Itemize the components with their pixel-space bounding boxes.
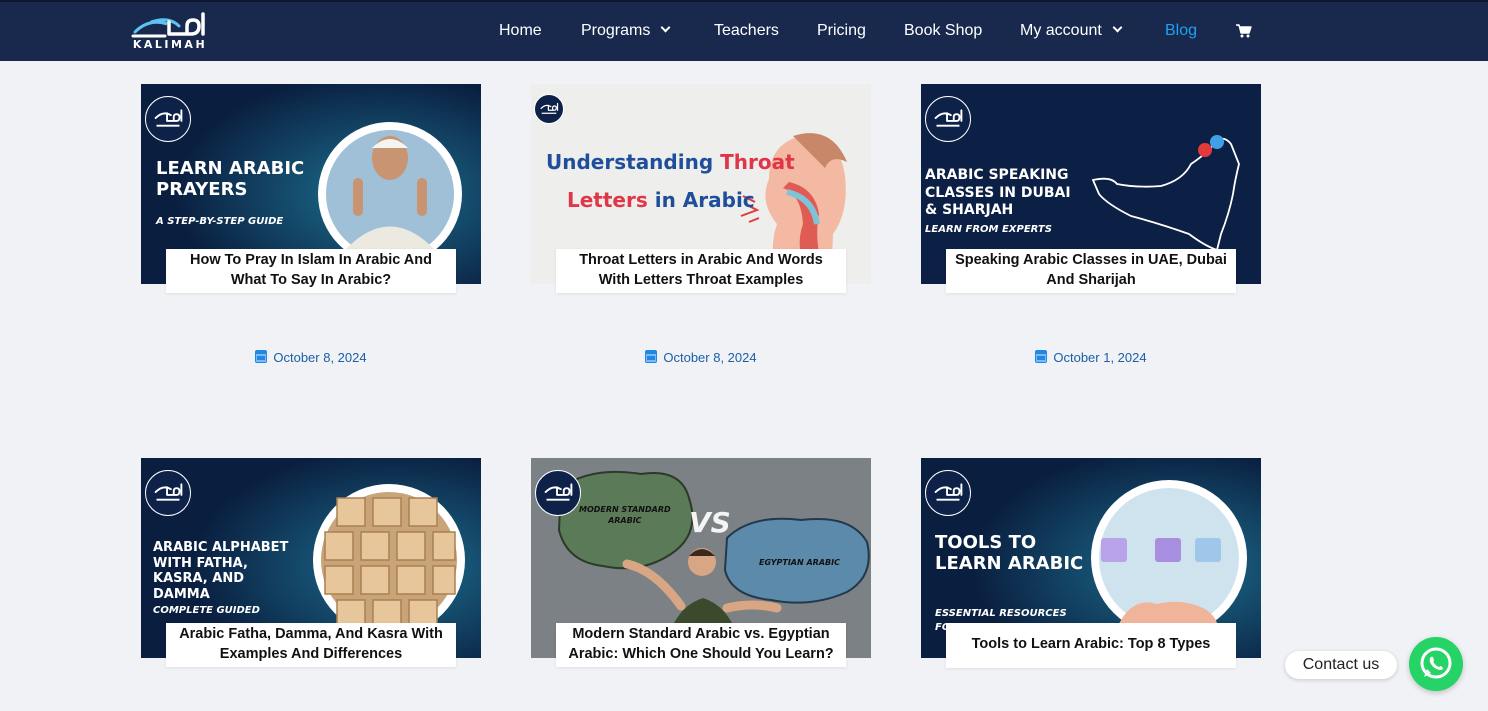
site-header: KALIMAH Home Programs Teachers Pricing B…: [0, 0, 1488, 61]
thumbnail-bubble-left: MODERN STANDARD ARABIC: [579, 504, 671, 526]
nav-blog[interactable]: Blog: [1165, 22, 1197, 40]
nav-teachers[interactable]: Teachers: [714, 22, 779, 40]
thumbnail-line: WITH FATHA,: [153, 555, 248, 571]
kalimah-mark-icon: [154, 109, 183, 127]
post-title-link[interactable]: Arabic Fatha, Damma, And Kasra With Exam…: [166, 623, 456, 667]
kalimah-logo[interactable]: KALIMAH: [129, 10, 211, 56]
post-title-link[interactable]: Speaking Arabic Classes in UAE, Dubai An…: [946, 249, 1236, 293]
calendar-icon: [1035, 350, 1048, 363]
thumbnail-heading: ARABIC ALPHABET WITH FATHA, KASRA, AND D…: [153, 540, 288, 602]
post-title-link[interactable]: How To Pray In Islam In Arabic And What …: [166, 249, 456, 293]
nav-my-account[interactable]: My account: [1020, 22, 1123, 40]
kalimah-badge-icon: [535, 470, 581, 516]
thumbnail-line: LEARN ARABIC: [156, 158, 305, 179]
post-title-link[interactable]: Throat Letters in Arabic And Words With …: [556, 249, 846, 293]
post-date-text: October 8, 2024: [663, 350, 757, 365]
thumbnail-line: DAMMA: [153, 586, 210, 602]
whatsapp-button[interactable]: [1409, 637, 1463, 691]
post-date: October 8, 2024: [141, 350, 481, 365]
thumbnail-line: ARABIC: [608, 516, 642, 525]
nav-programs-label: Programs: [581, 22, 651, 39]
post-date-text: October 8, 2024: [273, 350, 367, 365]
thumbnail-vs: VS: [689, 506, 731, 539]
thumbnail-line: ARABIC ALPHABET: [153, 540, 289, 555]
thumbnail-line: Letters: [567, 188, 648, 212]
thumbnail-subtitle: A STEP-BY-STEP GUIDE: [156, 216, 284, 227]
logo-wordmark: KALIMAH: [132, 38, 208, 51]
nav-my-account-label: My account: [1020, 22, 1102, 39]
thumbnail-line: CLASSES IN DUBAI: [925, 184, 1071, 201]
thumbnail-bubble-right: EGYPTIAN ARABIC: [759, 558, 840, 567]
kalimah-mark-icon: [154, 483, 183, 501]
thumbnail-line: MODERN STANDARD: [579, 505, 671, 514]
thumbnail-line: in Arabic: [654, 188, 755, 212]
thumbnail-line: & SHARJAH: [925, 202, 1014, 218]
thumbnail-line: PRAYERS: [156, 179, 248, 200]
kalimah-mark-icon: [934, 109, 963, 127]
post-date: October 1, 2024: [921, 350, 1261, 365]
nav-programs[interactable]: Programs: [581, 22, 671, 40]
post-date-text: October 1, 2024: [1053, 350, 1147, 365]
calendar-icon: [645, 350, 658, 363]
thumbnail-line: ESSENTIAL RESOURCES: [935, 608, 1067, 619]
kalimah-badge-icon: [145, 470, 191, 516]
thumbnail-line: Understanding: [546, 150, 714, 174]
cart-icon[interactable]: [1236, 24, 1252, 38]
kalimah-mark-icon: [544, 483, 573, 501]
kalimah-badge-icon: [925, 96, 971, 142]
kalimah-badge-icon: [145, 96, 191, 142]
thumbnail-heading-2: Letters in Arabic: [567, 188, 755, 212]
calendar-icon: [255, 350, 268, 363]
thumbnail-heading: TOOLS TO LEARN ARABIC: [935, 532, 1083, 574]
kalimah-mark-icon: [934, 483, 963, 501]
kalimah-badge-icon: [925, 470, 971, 516]
thumbnail-line: KASRA, AND: [153, 571, 245, 586]
thumbnail-heading: ARABIC SPEAKING CLASSES IN DUBAI & SHARJ…: [925, 167, 1071, 220]
thumbnail-heading: Understanding Throat: [546, 150, 795, 174]
kalimah-mark-icon: [540, 102, 559, 114]
thumbnail-line: ARABIC SPEAKING: [925, 167, 1069, 183]
nav-pricing[interactable]: Pricing: [817, 22, 866, 40]
post-date: October 8, 2024: [531, 350, 871, 365]
chevron-down-icon: [660, 22, 671, 33]
thumbnail-line: TOOLS TO: [935, 532, 1037, 553]
thumbnail-line: LEARN ARABIC: [935, 553, 1084, 574]
post-title-link[interactable]: Tools to Learn Arabic: Top 8 Types: [946, 623, 1236, 668]
thumbnail-subtitle: LEARN FROM EXPERTS: [925, 224, 1052, 235]
kalimah-badge-icon: [534, 94, 564, 124]
contact-us-button[interactable]: Contact us: [1285, 651, 1397, 679]
chevron-down-icon: [1112, 22, 1123, 33]
whatsapp-icon: [1420, 647, 1452, 679]
thumbnail-subtitle: COMPLETE GUIDED: [153, 605, 260, 616]
nav-book-shop[interactable]: Book Shop: [904, 22, 982, 40]
kalimah-logo-mark: [131, 12, 205, 38]
nav-home[interactable]: Home: [499, 22, 542, 40]
thumbnail-line: Throat: [720, 150, 795, 174]
thumbnail-heading: LEARN ARABIC PRAYERS: [156, 158, 304, 200]
post-title-link[interactable]: Modern Standard Arabic vs. Egyptian Arab…: [556, 623, 846, 667]
